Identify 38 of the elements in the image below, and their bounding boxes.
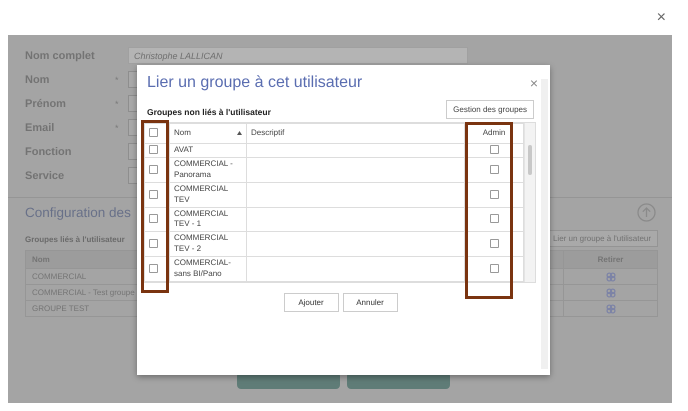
required-mark: * [115,74,120,84]
scrollbar[interactable] [524,123,535,282]
row-checkbox[interactable] [149,214,158,224]
row-checkbox[interactable] [149,239,158,248]
dialog-button[interactable]: Ajouter [284,293,338,312]
dialog-button[interactable]: Annuler [342,293,398,312]
dialog-title: Lier un groupe à cet utilisateur [147,74,362,92]
row-checkbox[interactable] [149,164,158,174]
unlink-icon[interactable] [606,272,616,282]
close-button[interactable]: × [656,10,666,26]
table-cell: COMMERCIAL- sans BI/Pano [170,256,246,282]
sort-icon[interactable] [237,131,242,136]
admin-checkbox[interactable] [490,164,499,174]
table-cell: COMMERCIAL TEV - 2 [170,232,246,257]
required-mark: * [115,98,120,108]
section-title: Configuration des [25,205,131,220]
manage-groups-button[interactable]: Gestion des groupes [446,100,534,119]
unlink-icon[interactable] [606,304,616,314]
unlink-icon[interactable] [606,288,616,298]
table-cell: COMMERCIAL TEV - 1 [170,207,246,232]
table-cell: AVAT [170,144,246,158]
table-title: Groupes non liés à l'utilisateur [147,107,271,117]
select-all-checkbox[interactable] [149,128,158,138]
column-header[interactable]: Nom [174,128,191,139]
admin-checkbox[interactable] [490,239,499,248]
table-cell: COMMERCIAL TEV [170,182,246,208]
required-mark: * [115,122,120,132]
close-button[interactable]: × [530,75,538,91]
row-checkbox[interactable] [149,190,158,199]
table-cell: COMMERCIAL - Panorama [170,157,246,182]
admin-checkbox[interactable] [490,264,499,274]
row-checkbox[interactable] [149,145,158,154]
column-header: Descriptif [246,124,465,144]
admin-checkbox[interactable] [490,145,499,154]
section-subtitle: Groupes liés à l'utilisateur [25,235,125,244]
row-checkbox[interactable] [149,264,158,274]
admin-checkbox[interactable] [490,214,499,224]
admin-checkbox[interactable] [490,190,499,199]
